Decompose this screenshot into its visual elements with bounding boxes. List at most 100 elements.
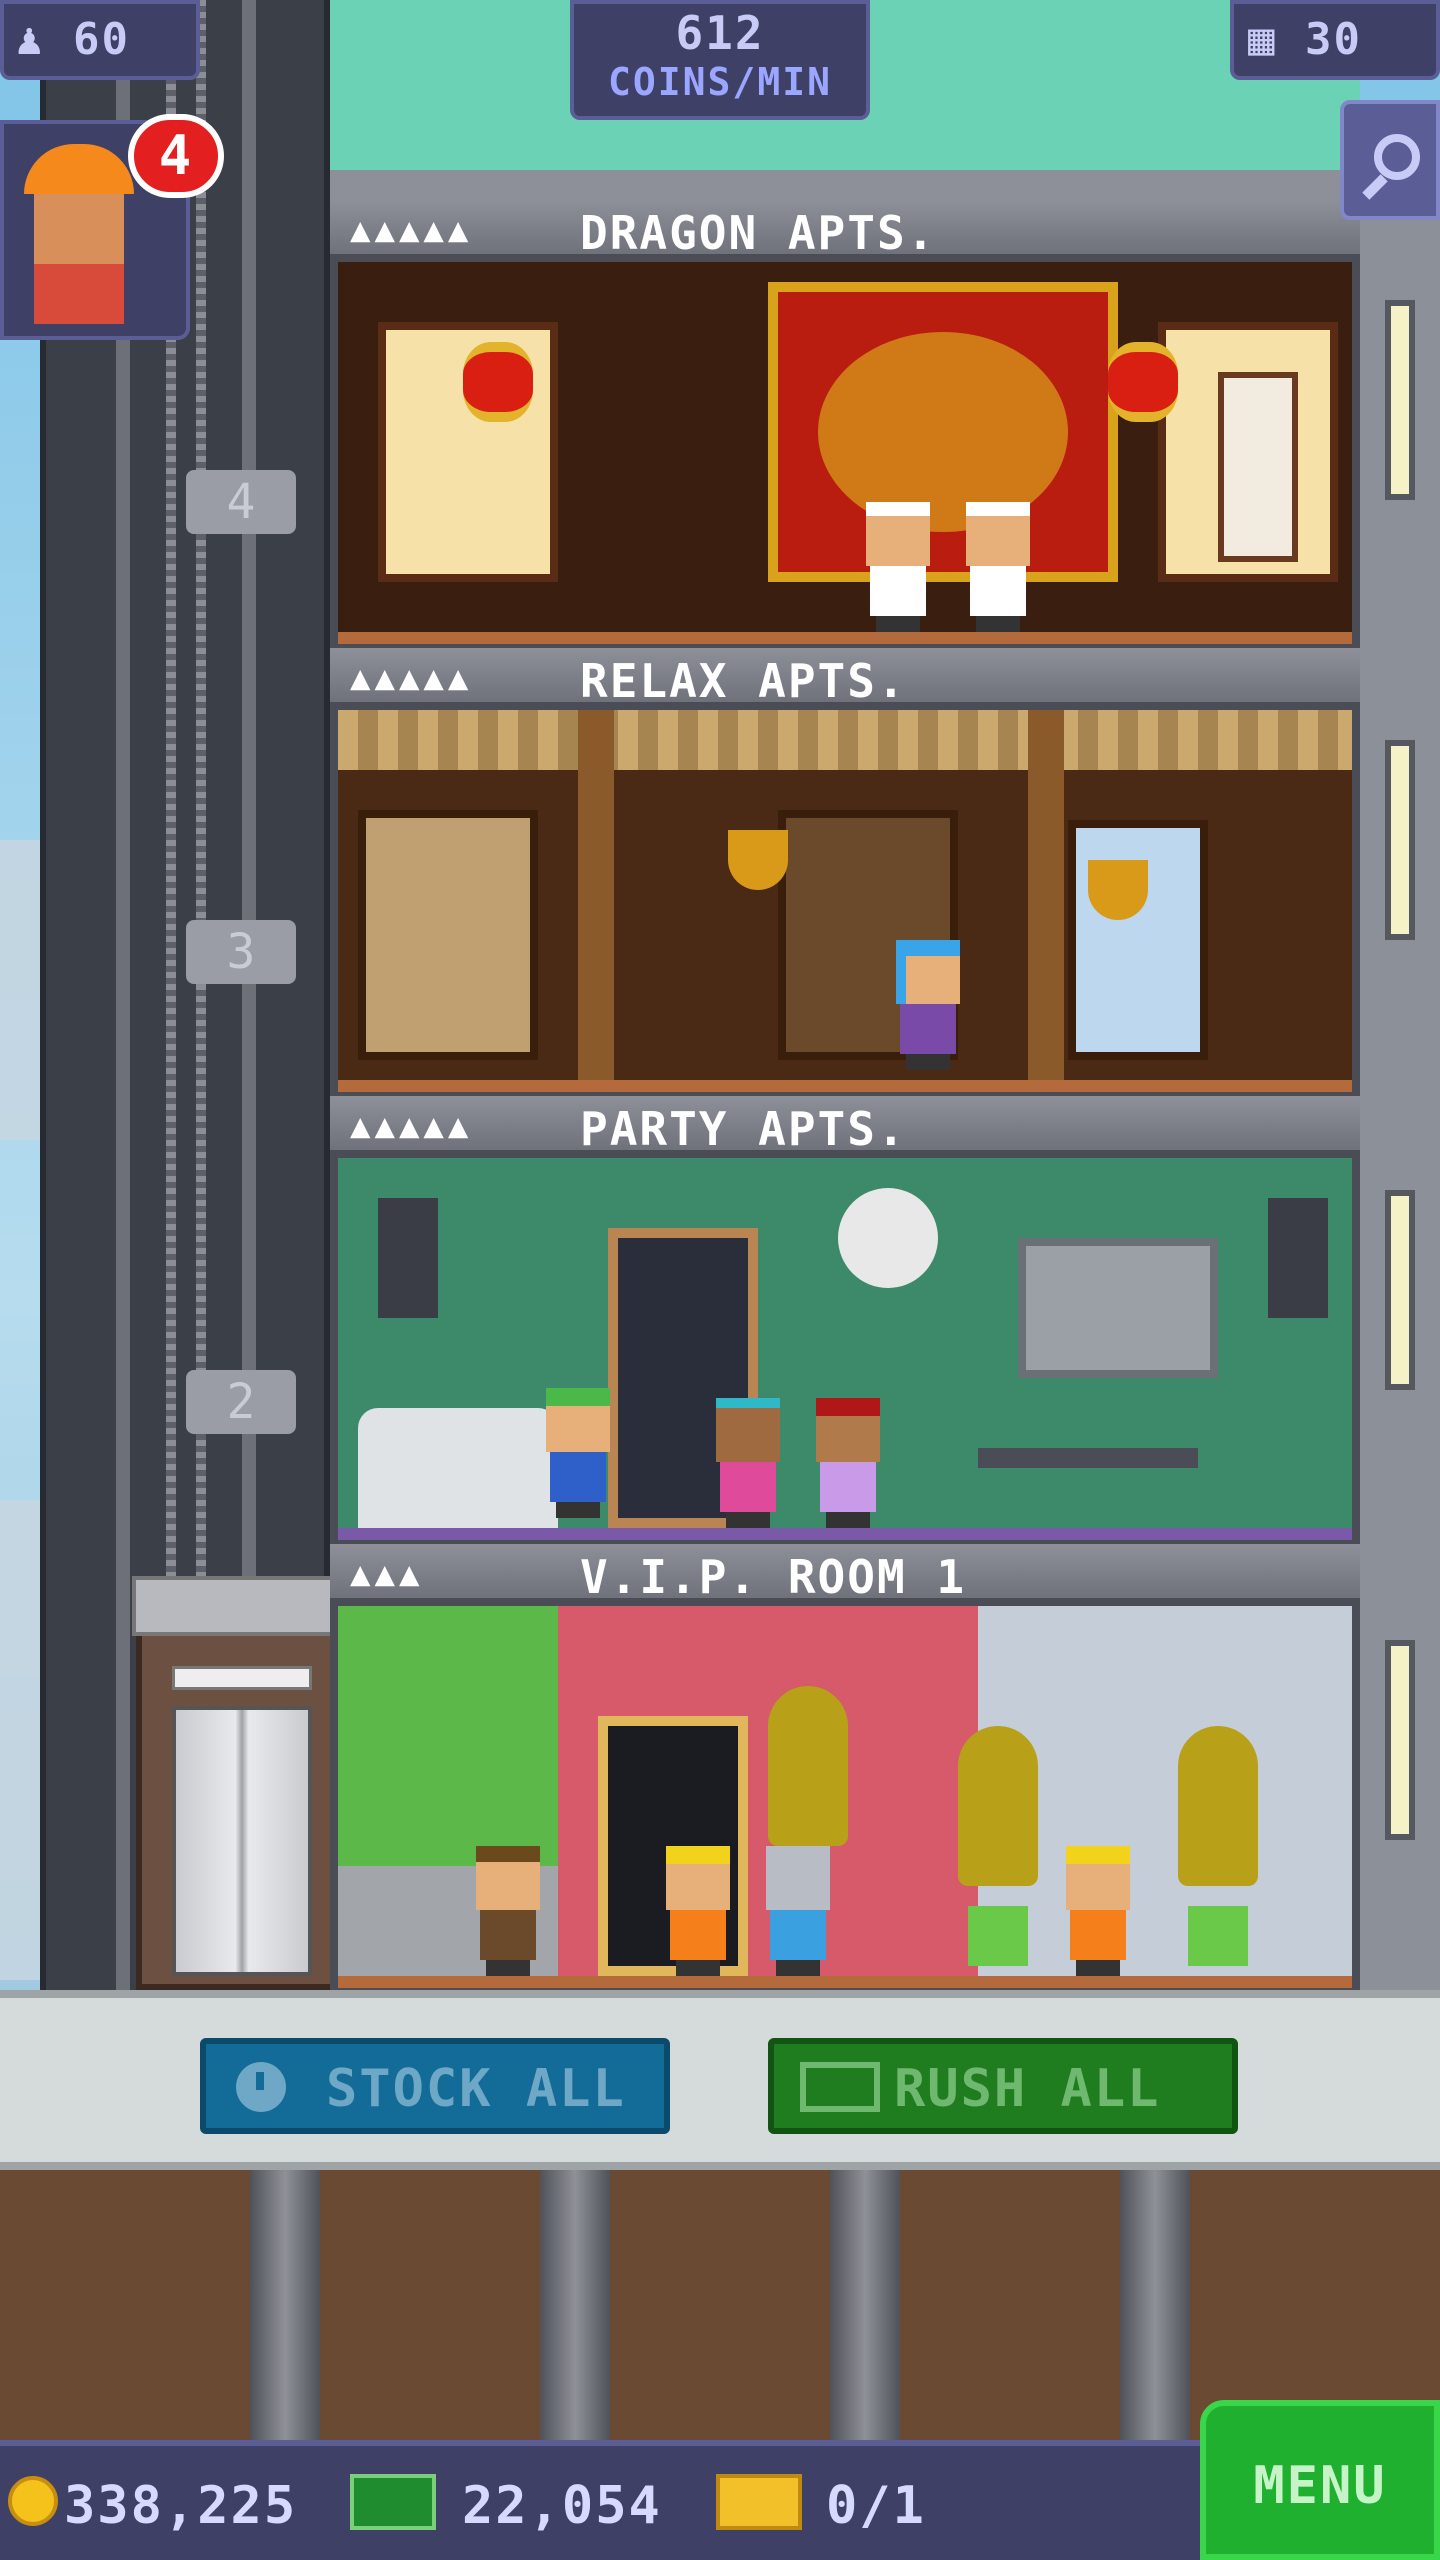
floor-counter[interactable]: ▦ 30 [1230, 0, 1440, 80]
person-icon: ♟ [16, 14, 45, 65]
sofa [358, 1408, 558, 1528]
resident-count-icons: ▲▲▲▲▲ [350, 1106, 473, 1146]
floor-ledge [330, 170, 1360, 200]
bitizen[interactable] [1058, 1846, 1138, 1976]
coins-value: 338,225 [64, 2476, 298, 2536]
disco-ball-icon [838, 1188, 938, 1288]
plant-icon [958, 1726, 1038, 1886]
bitizen[interactable] [658, 1846, 738, 1976]
population-value: 60 [73, 14, 130, 65]
floor-vip-room-1[interactable]: ▲▲▲ V.I.P. ROOM 1 [330, 1544, 1360, 1992]
shaft-floor-number: 3 [186, 920, 296, 984]
population-counter[interactable]: ♟ 60 [0, 0, 200, 80]
dragon-tapestry [768, 282, 1118, 582]
stock-all-label: STOCK ALL [326, 2059, 626, 2119]
action-bar: STOCK ALL RUSH ALL [0, 1990, 1440, 2170]
floor-label-bar: ▲▲▲▲▲ DRAGON APTS. [330, 200, 1360, 260]
floor-label-bar: ▲▲▲▲▲ PARTY APTS. [330, 1096, 1360, 1156]
plant-icon [1178, 1726, 1258, 1886]
lantern-icon [463, 342, 533, 422]
ticket-icon[interactable] [716, 2474, 802, 2530]
rail-light [1385, 300, 1415, 500]
planter [968, 1906, 1028, 1966]
notification-badge: 4 [128, 114, 224, 198]
bitizen[interactable] [808, 1398, 888, 1528]
tickets-value: 0/1 [826, 2476, 926, 2536]
snack-table [978, 1448, 1198, 1468]
floor-name: RELAX APTS. [580, 654, 907, 708]
bitizen[interactable] [468, 1846, 548, 1976]
room-ceiling [338, 710, 1352, 770]
resident-count-icons: ▲▲▲▲▲ [350, 210, 473, 250]
bitizen[interactable] [538, 1388, 618, 1518]
support-pillar [540, 2170, 610, 2440]
floor-name: V.I.P. ROOM 1 [580, 1550, 967, 1604]
resident-count-icons: ▲▲▲▲▲ [350, 658, 473, 698]
elevator-top [132, 1576, 358, 1636]
rush-all-button[interactable]: RUSH ALL [768, 2038, 1238, 2134]
speaker-icon [378, 1198, 438, 1318]
shoji-panel [358, 810, 538, 1060]
bitizen[interactable] [858, 502, 938, 632]
support-pillar [830, 2170, 900, 2440]
floor-name: PARTY APTS. [580, 1102, 907, 1156]
clock-icon [236, 2062, 286, 2112]
wood-pillar [1028, 710, 1064, 1080]
floor-dragon-apts[interactable]: ▲▲▲▲▲ DRAGON APTS. [330, 200, 1360, 648]
floor-line [338, 632, 1352, 644]
room-interior [338, 262, 1352, 632]
bitizen[interactable] [758, 1846, 838, 1976]
bitizen[interactable] [888, 940, 968, 1070]
floor-count-value: 30 [1305, 14, 1362, 65]
calligraphy-scroll [1218, 372, 1298, 562]
coin-icon [8, 2476, 58, 2526]
coins-per-min-value: 612 [675, 6, 765, 60]
support-pillar [250, 2170, 320, 2440]
rush-all-label: RUSH ALL [894, 2059, 1161, 2119]
floor-party-apts[interactable]: ▲▲▲▲▲ PARTY APTS. [330, 1096, 1360, 1544]
bitizen[interactable] [958, 502, 1038, 632]
elevator-indicator [172, 1666, 312, 1690]
room-interior [338, 1606, 1352, 1976]
floor-line [338, 1528, 1352, 1540]
stock-all-button[interactable]: STOCK ALL [200, 2038, 670, 2134]
building-icon: ▦ [1248, 14, 1277, 65]
coins-per-min-panel: 612 COINS/MIN [570, 0, 870, 120]
plant-icon [768, 1686, 848, 1846]
elevator-doors [172, 1706, 312, 1976]
hard-hat-icon [24, 144, 134, 194]
floor-line [338, 1080, 1352, 1092]
room-interior [338, 710, 1352, 1080]
floor-line [338, 1976, 1352, 1988]
rail-light [1385, 1190, 1415, 1390]
rail-light [1385, 1640, 1415, 1840]
background-building [0, 1500, 40, 1980]
elevator-car[interactable] [132, 1576, 358, 1990]
wood-pillar [578, 710, 614, 1080]
floor-label-bar: ▲▲▲▲▲ RELAX APTS. [330, 648, 1360, 708]
bux-value: 22,054 [462, 2476, 662, 2536]
tower: ▲▲▲▲▲ DRAGON APTS. ▲▲▲▲▲ RELAX APTS. ▲▲▲… [330, 200, 1360, 1990]
television [1018, 1238, 1218, 1378]
floor-relax-apts[interactable]: ▲▲▲▲▲ RELAX APTS. [330, 648, 1360, 1096]
shaft-floor-number: 2 [186, 1370, 296, 1434]
bux-icon[interactable] [350, 2474, 436, 2530]
bitizen[interactable] [708, 1398, 788, 1528]
rail-light [1385, 740, 1415, 940]
bux-icon [800, 2062, 880, 2112]
planter [1188, 1906, 1248, 1966]
magnifier-icon [1374, 134, 1420, 180]
menu-button[interactable]: MENU [1200, 2400, 1440, 2560]
resident-count-icons: ▲▲▲ [350, 1554, 424, 1594]
hanging-lamp-icon [1088, 860, 1148, 920]
room-interior [338, 1158, 1352, 1528]
coins-per-min-unit: COINS/MIN [608, 60, 832, 104]
background-building [0, 840, 40, 1140]
floor-label-bar: ▲▲▲ V.I.P. ROOM 1 [330, 1544, 1360, 1604]
speaker-icon [1268, 1198, 1328, 1318]
support-pillar [1120, 2170, 1190, 2440]
search-button[interactable] [1340, 100, 1440, 220]
floor-name: DRAGON APTS. [580, 206, 937, 260]
hanging-lamp-icon [728, 830, 788, 890]
elevator-cable [196, 0, 206, 1600]
